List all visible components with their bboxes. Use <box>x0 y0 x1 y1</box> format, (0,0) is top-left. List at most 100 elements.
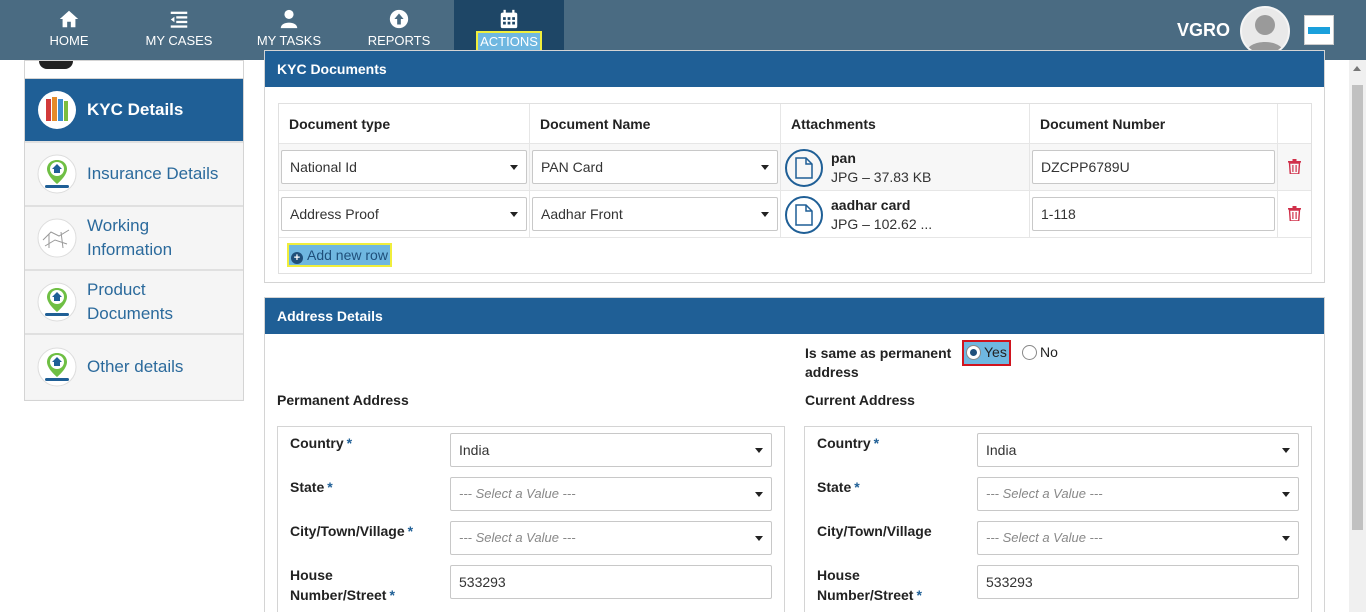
add-new-row-button[interactable]: + Add new row <box>287 243 392 267</box>
attachment-name[interactable]: aadhar card <box>831 197 910 213</box>
nav-my-cases[interactable]: MY CASES <box>124 0 234 60</box>
avatar[interactable] <box>1240 6 1290 56</box>
trash-icon[interactable] <box>1288 159 1301 174</box>
document-name-cell: PAN Card <box>530 144 781 190</box>
kyc-documents-table: Document type Document Name Attachments … <box>278 103 1312 274</box>
radio-label: No <box>1040 344 1058 360</box>
nav-reports-label: REPORTS <box>367 33 431 48</box>
column-header: Document type <box>279 104 530 143</box>
permanent-country-select[interactable]: India <box>450 433 772 467</box>
scrollbar-thumb[interactable] <box>1352 85 1363 530</box>
permanent-house-number-input[interactable]: 533293 <box>450 565 772 599</box>
document-name-select[interactable]: PAN Card <box>532 150 778 184</box>
add-new-row-label: Add new row <box>307 247 388 263</box>
current-country-select[interactable]: India <box>977 433 1299 467</box>
column-header: Document Number <box>1030 104 1278 143</box>
plus-circle-icon: + <box>291 252 303 264</box>
scroll-up-arrow-icon[interactable] <box>1353 66 1361 71</box>
nav-my-cases-label: MY CASES <box>145 33 213 48</box>
document-number-input[interactable]: 1-118 <box>1032 197 1275 231</box>
document-number-cell: 1-118 <box>1030 191 1278 237</box>
permanent-state-select[interactable]: --- Select a Value --- <box>450 477 772 511</box>
house-number-label: House Number/Street * <box>817 567 922 603</box>
select-placeholder: --- Select a Value --- <box>459 486 576 501</box>
home-icon <box>59 10 79 28</box>
select-value: PAN Card <box>541 159 603 175</box>
file-icon[interactable] <box>785 149 823 187</box>
state-label: State * <box>817 479 860 495</box>
permanent-city-select[interactable]: --- Select a Value --- <box>450 521 772 555</box>
folders-icon <box>38 91 76 129</box>
user-avatar-icon <box>1246 15 1284 54</box>
sidebar-previous-item[interactable] <box>25 61 243 79</box>
city-label: City/Town/Village <box>817 523 932 539</box>
sidebar-item-insurance-details[interactable]: Insurance Details <box>25 143 243 207</box>
kyc-panel-title: KYC Documents <box>265 51 1324 87</box>
sidebar-item-working-information[interactable]: Working Information <box>25 207 243 271</box>
caret-down-icon <box>510 212 518 217</box>
sidebar: KYC Details Insurance Details Working In… <box>24 60 244 401</box>
select-placeholder: --- Select a Value --- <box>986 486 1103 501</box>
current-address-title: Current Address <box>805 392 915 408</box>
document-number-cell: DZCPP6789U <box>1030 144 1278 190</box>
sidebar-item-label: KYC Details <box>87 100 184 119</box>
country-label: Country * <box>817 435 880 451</box>
user-icon <box>280 9 298 29</box>
permanent-address-form: Country * India State * --- Select a Value… <box>277 426 785 612</box>
caret-down-icon <box>755 448 763 453</box>
sidebar-item-other-details[interactable]: Other details <box>25 335 243 399</box>
home-pin-icon <box>37 154 77 194</box>
current-house-number-input[interactable]: 533293 <box>977 565 1299 599</box>
caret-down-icon <box>761 212 769 217</box>
same-as-permanent-yes-radio[interactable]: Yes <box>962 340 1011 366</box>
nav-my-tasks-label: MY TASKS <box>256 33 322 48</box>
sidebar-item-kyc-details[interactable]: KYC Details <box>25 79 243 143</box>
same-as-permanent-label: Is same as permanent address <box>805 345 952 380</box>
select-value: Aadhar Front <box>541 206 623 222</box>
document-name-select[interactable]: Aadhar Front <box>532 197 778 231</box>
sidebar-item-product-documents[interactable]: Product Documents <box>25 271 243 335</box>
home-pin-icon <box>37 347 77 387</box>
document-type-cell: National Id <box>279 144 530 190</box>
caret-down-icon <box>755 492 763 497</box>
document-type-select[interactable]: Address Proof <box>281 197 527 231</box>
same-as-permanent-no-radio[interactable]: No <box>1022 342 1058 364</box>
select-placeholder: --- Select a Value --- <box>459 530 576 545</box>
column-header: Document Name <box>530 104 781 143</box>
address-details-panel: Address Details Is same as permanent add… <box>264 297 1325 612</box>
sketch-map-icon <box>37 218 77 258</box>
caret-down-icon <box>761 165 769 170</box>
nav-home[interactable]: HOME <box>14 0 124 60</box>
table-header-row: Document type Document Name Attachments … <box>279 104 1311 144</box>
document-number-input[interactable]: DZCPP6789U <box>1032 150 1275 184</box>
company-logo <box>1304 15 1334 45</box>
current-state-select[interactable]: --- Select a Value --- <box>977 477 1299 511</box>
document-type-select[interactable]: National Id <box>281 150 527 184</box>
country-label: Country * <box>290 435 353 451</box>
file-icon[interactable] <box>785 196 823 234</box>
column-header-actions <box>1278 104 1311 143</box>
house-number-label: House Number/Street * <box>290 567 395 603</box>
attachment-cell: aadhar card JPG – 102.62 ... <box>781 191 1030 237</box>
calendar-icon <box>500 9 518 29</box>
select-value: India <box>459 442 490 458</box>
sidebar-item-label: Insurance Details <box>87 164 219 183</box>
caret-down-icon <box>1282 448 1290 453</box>
page-scrollbar[interactable] <box>1349 60 1366 612</box>
sidebar-item-label: Working Information <box>87 216 173 259</box>
input-value: 533293 <box>450 565 772 599</box>
upload-circle-icon <box>389 9 409 29</box>
select-value: Address Proof <box>290 206 379 222</box>
current-city-select[interactable]: --- Select a Value --- <box>977 521 1299 555</box>
select-placeholder: --- Select a Value --- <box>986 530 1103 545</box>
attachment-meta: JPG – 102.62 ... <box>831 216 933 232</box>
caret-down-icon <box>1282 536 1290 541</box>
attachment-cell: pan JPG – 37.83 KB <box>781 144 1030 190</box>
trash-icon[interactable] <box>1288 206 1301 221</box>
sidebar-item-label: Other details <box>87 357 184 376</box>
row-actions-cell <box>1278 191 1311 237</box>
attachment-meta: JPG – 37.83 KB <box>831 169 932 185</box>
brand-name: VGRO <box>1177 20 1231 40</box>
attachment-name[interactable]: pan <box>831 150 856 166</box>
home-pin-icon <box>37 282 77 322</box>
